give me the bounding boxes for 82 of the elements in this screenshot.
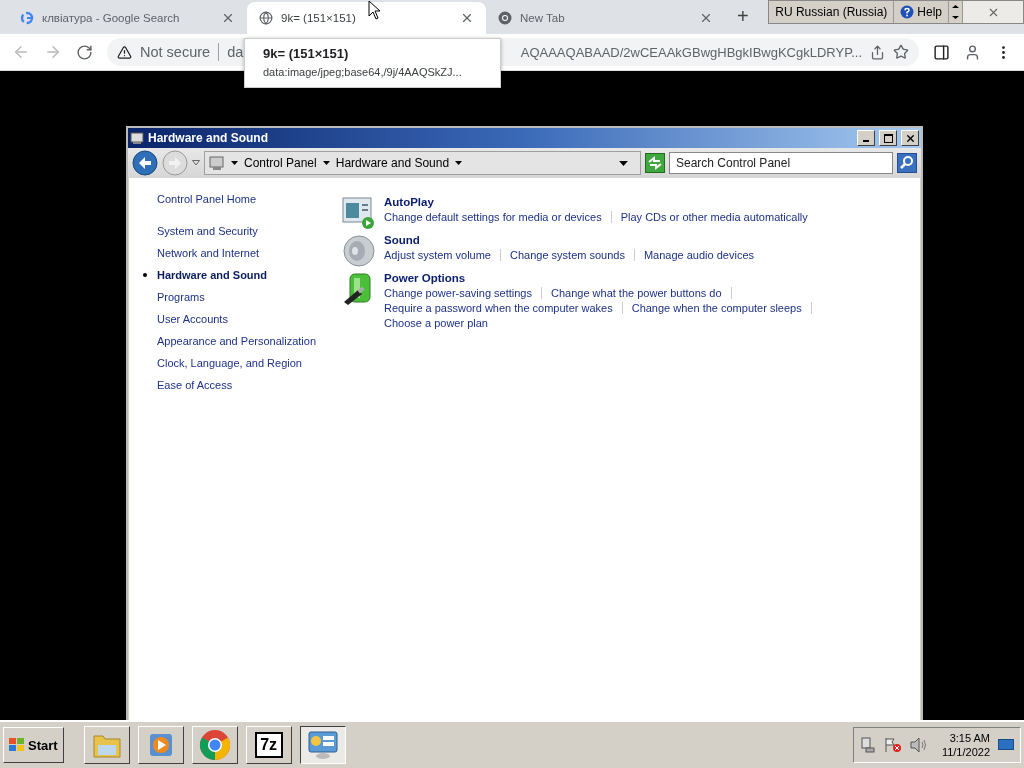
task-link[interactable]: Change system sounds: [510, 249, 635, 261]
profile-icon[interactable]: [964, 43, 981, 61]
task-link[interactable]: Change when the computer sleeps: [631, 302, 812, 314]
help-icon: [900, 5, 915, 19]
archive-icon: 7z: [254, 732, 283, 758]
clock[interactable]: 3:15 AM 11/1/2022: [941, 732, 990, 758]
reload-icon[interactable]: [76, 43, 93, 61]
window-title: Hardware and Sound: [148, 131, 270, 145]
sidebar-link[interactable]: Control Panel Home: [157, 192, 257, 206]
maximize-icon: [883, 133, 893, 143]
category-title[interactable]: Sound: [384, 234, 420, 246]
breadcrumb[interactable]: Control Panel: [244, 156, 317, 170]
browser-tab[interactable]: New Tab: [486, 2, 725, 34]
media-window-icon: [342, 196, 376, 230]
category-title[interactable]: AutoPlay: [384, 196, 434, 208]
sidebar-link[interactable]: Network and Internet: [157, 246, 260, 260]
speaker-icon: [342, 234, 376, 268]
url-text: AQAAAQABAAD/2wCEAAkGBwgHBgkIBwgKCgkLDRYP...: [520, 44, 862, 60]
chrome-icon: [498, 11, 512, 25]
caret-icon[interactable]: [231, 161, 238, 165]
language-button[interactable]: RU Russian (Russia): [769, 1, 895, 23]
control-panel-icon: [306, 730, 339, 760]
sidebar-link[interactable]: System and Security: [157, 224, 258, 238]
task-link[interactable]: Play CDs or other media automatically: [620, 211, 817, 223]
task-link[interactable]: Change default settings for media or devices: [384, 211, 612, 223]
close-icon[interactable]: [460, 11, 474, 25]
task-link[interactable]: Change what the power buttons do: [551, 287, 732, 299]
start-button[interactable]: Start: [3, 727, 64, 763]
side-panel-icon[interactable]: [933, 43, 950, 61]
browser-tab[interactable]: клвіатура - Google Search: [8, 2, 247, 34]
network-icon[interactable]: [859, 737, 876, 753]
sidebar-link[interactable]: Clock, Language, and Region: [157, 356, 302, 370]
new-tab-button[interactable]: +: [737, 5, 749, 28]
star-icon[interactable]: [893, 44, 909, 60]
volume-icon[interactable]: [909, 737, 928, 753]
control-panel-icon: [209, 155, 225, 171]
minimize-button[interactable]: [857, 130, 875, 146]
control-panel-icon: [130, 131, 144, 145]
task-link[interactable]: Choose a power plan: [384, 317, 497, 329]
cursor-icon: [368, 0, 382, 21]
task-link[interactable]: Require a password when the computer wakes: [384, 302, 623, 314]
flag-error-icon[interactable]: [883, 737, 902, 753]
search-icon[interactable]: [897, 153, 917, 173]
warning-icon: [117, 44, 132, 60]
sidebar-link[interactable]: Hardware and Sound: [157, 268, 268, 282]
chrome-icon: [198, 729, 231, 761]
sidebar-link[interactable]: Programs: [157, 290, 205, 304]
security-label: Not secure: [140, 44, 211, 60]
close-button[interactable]: [901, 130, 919, 146]
dropdown-caret-icon[interactable]: [619, 160, 628, 166]
show-desktop-icon[interactable]: [998, 739, 1014, 751]
close-icon[interactable]: [699, 11, 713, 25]
globe-icon: [259, 11, 273, 25]
search-field[interactable]: Search Control Panel: [669, 152, 893, 174]
category-title[interactable]: Power Options: [384, 272, 466, 284]
taskbar-button[interactable]: 7z: [245, 726, 292, 764]
caret-icon[interactable]: [455, 161, 463, 165]
breadcrumb-bar[interactable]: Control Panel Hardware and Sound: [204, 151, 641, 175]
task-link[interactable]: Change power-saving settings: [384, 287, 542, 299]
breadcrumb[interactable]: Hardware and Sound: [335, 156, 450, 170]
refresh-button[interactable]: [645, 153, 665, 173]
tooltip-title: 9k= (151×151): [263, 46, 350, 61]
history-caret-icon[interactable]: [192, 160, 200, 166]
task-link[interactable]: Adjust system volume: [384, 249, 501, 261]
maximize-button[interactable]: [879, 130, 897, 146]
browser-tab[interactable]: 9k= (151×151): [247, 2, 486, 34]
sidebar-link[interactable]: Appearance and Personalization: [157, 334, 316, 348]
url-text: da: [227, 44, 244, 60]
help-button[interactable]: Help: [894, 1, 949, 23]
close-icon: [904, 132, 916, 144]
google-icon: [20, 11, 34, 25]
windows-logo-icon: [9, 738, 25, 752]
sidebar-link[interactable]: User Accounts: [157, 312, 228, 326]
task-link[interactable]: Manage audio devices: [643, 249, 763, 261]
taskbar-button[interactable]: [299, 726, 346, 764]
tooltip-subtitle: data:image/jpeg;base64,/9j/4AAQSkZJ...: [263, 66, 463, 78]
bullet-icon: [143, 273, 147, 277]
sidebar-link[interactable]: Ease of Access: [157, 378, 233, 392]
back-button[interactable]: [132, 150, 158, 176]
share-icon[interactable]: [870, 44, 885, 60]
close-icon[interactable]: [221, 11, 235, 25]
caret-icon[interactable]: [322, 161, 330, 165]
